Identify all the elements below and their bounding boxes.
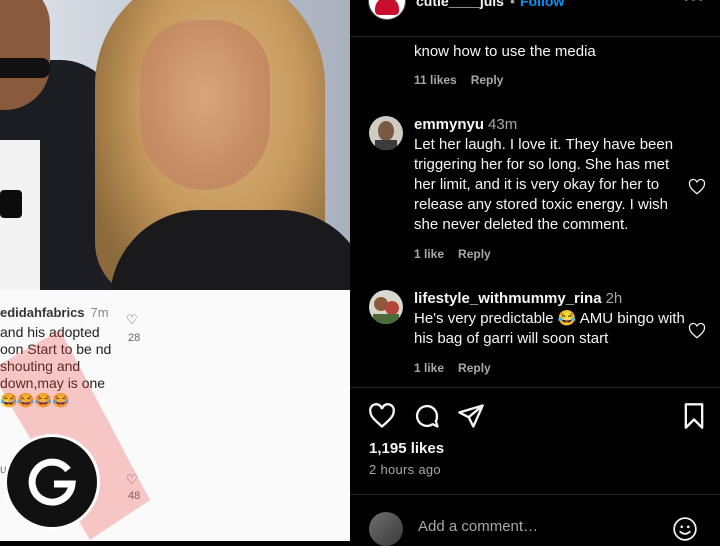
divider [350, 387, 720, 388]
comment-like-count[interactable]: 11 likes [414, 73, 457, 87]
follow-button[interactable]: Follow [520, 0, 564, 9]
heart-icon[interactable] [368, 402, 396, 430]
avatar[interactable] [369, 290, 403, 324]
post-header: cutie____juls • Follow ••• [350, 0, 720, 37]
photo-bowtie [0, 190, 22, 218]
snippet-text: and his adopted oon Start to be nd shout… [0, 324, 112, 408]
heart-icon[interactable] [688, 322, 706, 340]
comment-body: emmynyu 43m Let her laugh. I love it. The… [414, 115, 694, 235]
snippet-like-count: 28 [128, 332, 141, 344]
comment-meta: 1 like Reply [414, 247, 491, 261]
comment-username[interactable]: emmynyu [414, 116, 484, 133]
header-username[interactable]: cutie____juls [416, 0, 504, 9]
more-options-icon[interactable]: ••• [683, 0, 705, 9]
action-bar [350, 402, 720, 432]
smiley-icon[interactable] [672, 516, 698, 542]
comments-list[interactable]: know how to use the media 11 likes Reply … [350, 0, 720, 388]
divider [350, 494, 720, 495]
snippet-username: edidahfabrics 7m [0, 305, 109, 320]
avatar[interactable] [369, 116, 403, 150]
snippet-heart-icon: ♡ [126, 312, 138, 327]
comment-like-count[interactable]: 1 like [414, 361, 444, 375]
reply-button[interactable]: Reply [458, 247, 491, 261]
comment-meta: 11 likes Reply [414, 73, 503, 87]
comment-text: He's very predictable 😂 AMU bingo with h… [414, 310, 685, 347]
separator-dot: • [510, 0, 515, 9]
comment-like-count[interactable]: 1 like [414, 247, 444, 261]
avatar[interactable] [368, 0, 406, 20]
comment-bubble-icon[interactable] [413, 402, 441, 430]
post-media[interactable]: edidahfabrics 7m and his adopted oon Star… [0, 0, 350, 541]
bookmark-icon[interactable] [680, 402, 708, 430]
reply-button[interactable]: Reply [458, 361, 491, 375]
snippet-heart-icon-2: ♡ [126, 472, 138, 487]
comment-body: lifestyle_withmummy_rina 2h He's very pre… [414, 289, 694, 349]
add-comment-input[interactable] [418, 518, 668, 535]
comment-time: 2h [605, 290, 623, 307]
post-timestamp: 2 hours ago [369, 462, 441, 477]
comments-panel: know how to use the media 11 likes Reply … [350, 0, 720, 546]
photo-woman-face [140, 20, 270, 190]
reply-button[interactable]: Reply [471, 73, 504, 87]
paper-plane-icon[interactable] [457, 402, 485, 430]
comment-username[interactable]: lifestyle_withmummy_rina [414, 290, 602, 307]
photo-glasses [0, 58, 50, 78]
comment-meta: 1 like Reply [414, 361, 491, 375]
comment-text-partial: know how to use the media [414, 43, 596, 60]
g-logo-icon [4, 434, 100, 530]
like-count[interactable]: 1,195 likes [369, 440, 444, 457]
heart-icon[interactable] [688, 178, 706, 196]
snippet-like-count-2: 48 [128, 490, 141, 502]
post-photo [0, 0, 350, 290]
comment-text: Let her laugh. I love it. They have been… [414, 136, 674, 233]
comment-time: 43m [488, 116, 518, 133]
